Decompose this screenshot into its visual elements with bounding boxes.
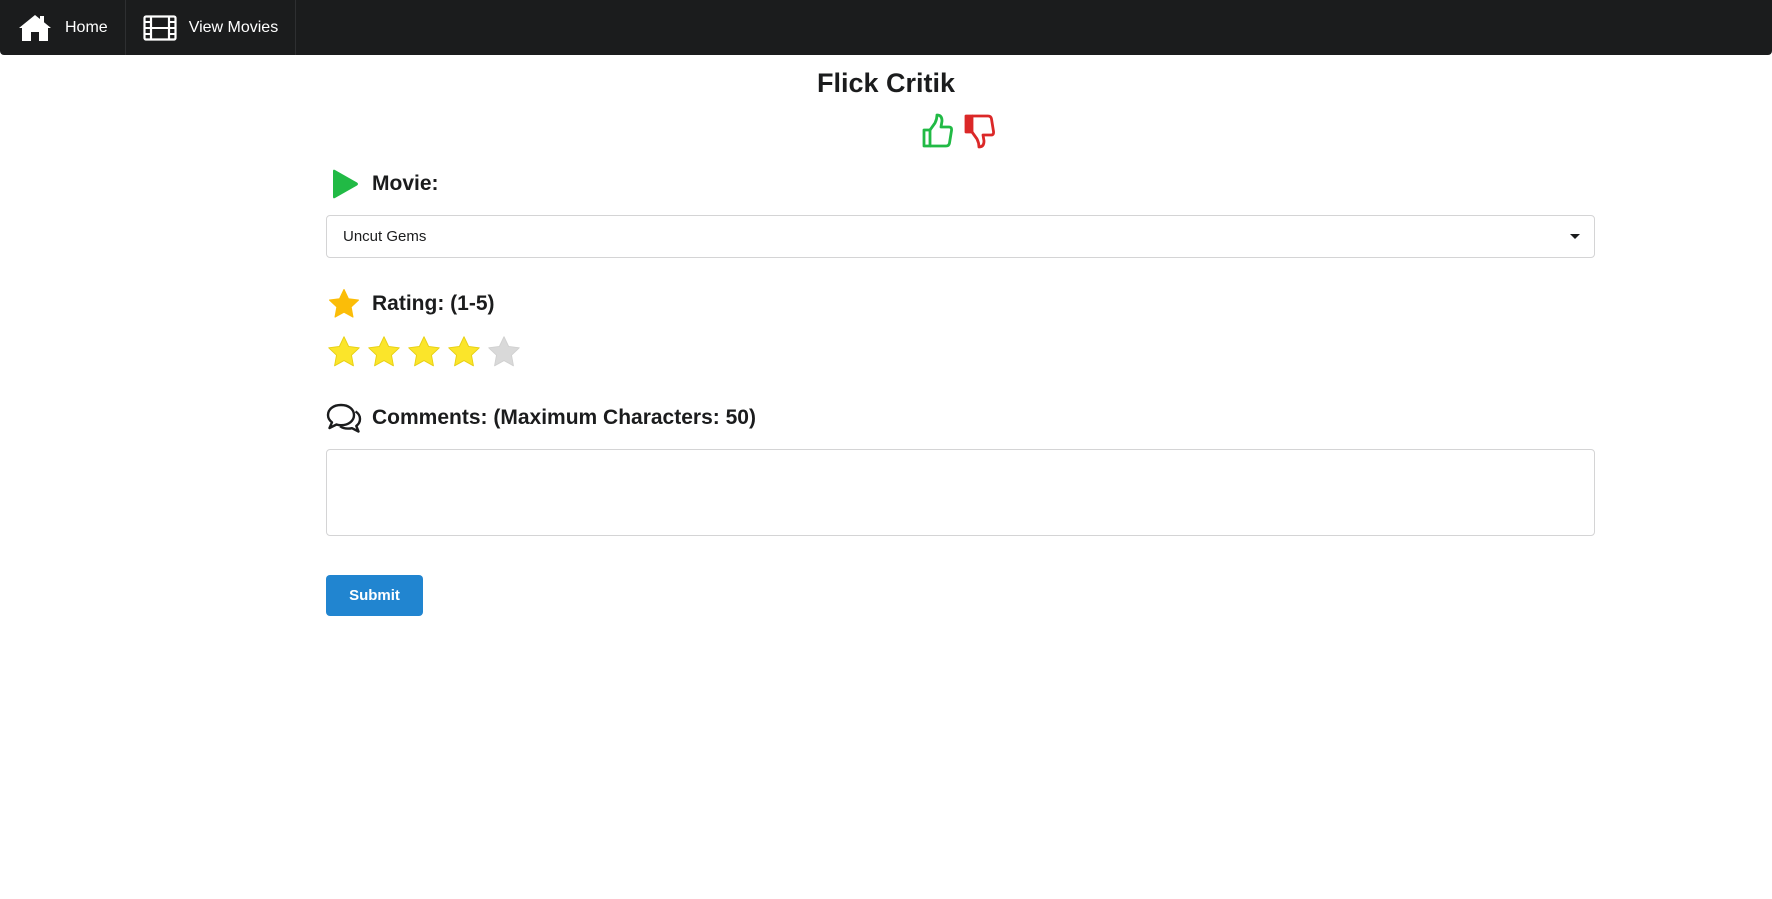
rating-star-3[interactable] <box>406 334 442 370</box>
movie-label-row: Movie: <box>326 160 1595 208</box>
star-icon <box>326 286 362 322</box>
nav-home[interactable]: Home <box>0 0 126 55</box>
rating-stars[interactable] <box>326 330 1595 374</box>
thumbs-up-icon <box>920 113 954 154</box>
play-icon <box>326 166 362 202</box>
movie-label: Movie: <box>372 172 439 195</box>
page-title: Flick Critik <box>816 68 956 98</box>
rating-label-row: Rating: (1-5) <box>326 280 1595 328</box>
comments-label: Comments: (Maximum Characters: 50) <box>372 406 756 429</box>
nav-home-label: Home <box>65 18 108 36</box>
rating-star-5[interactable] <box>486 334 522 370</box>
rating-label: Rating: (1-5) <box>372 292 495 315</box>
movie-select[interactable]: Uncut Gems <box>326 215 1595 258</box>
nav-view-movies[interactable]: View Movies <box>126 0 297 55</box>
top-nav: Home View Movies <box>0 0 1772 55</box>
rating-star-2[interactable] <box>366 334 402 370</box>
film-icon <box>143 14 177 41</box>
movie-select-value: Uncut Gems <box>343 228 427 245</box>
comments-label-row: Comments: (Maximum Characters: 50) <box>326 394 1595 442</box>
review-form: Movie: Uncut Gems Rating: (1-5) Comments… <box>326 160 1595 616</box>
thumbs-group <box>920 113 996 154</box>
nav-view-movies-label: View Movies <box>188 18 279 36</box>
rating-star-1[interactable] <box>326 334 362 370</box>
comments-icon <box>326 400 362 436</box>
dropdown-caret-icon <box>1570 234 1580 239</box>
home-icon <box>17 13 53 43</box>
comments-textarea[interactable] <box>326 449 1595 536</box>
rating-star-4[interactable] <box>446 334 482 370</box>
thumbs-down-icon <box>962 113 996 154</box>
submit-button[interactable]: Submit <box>326 575 423 616</box>
